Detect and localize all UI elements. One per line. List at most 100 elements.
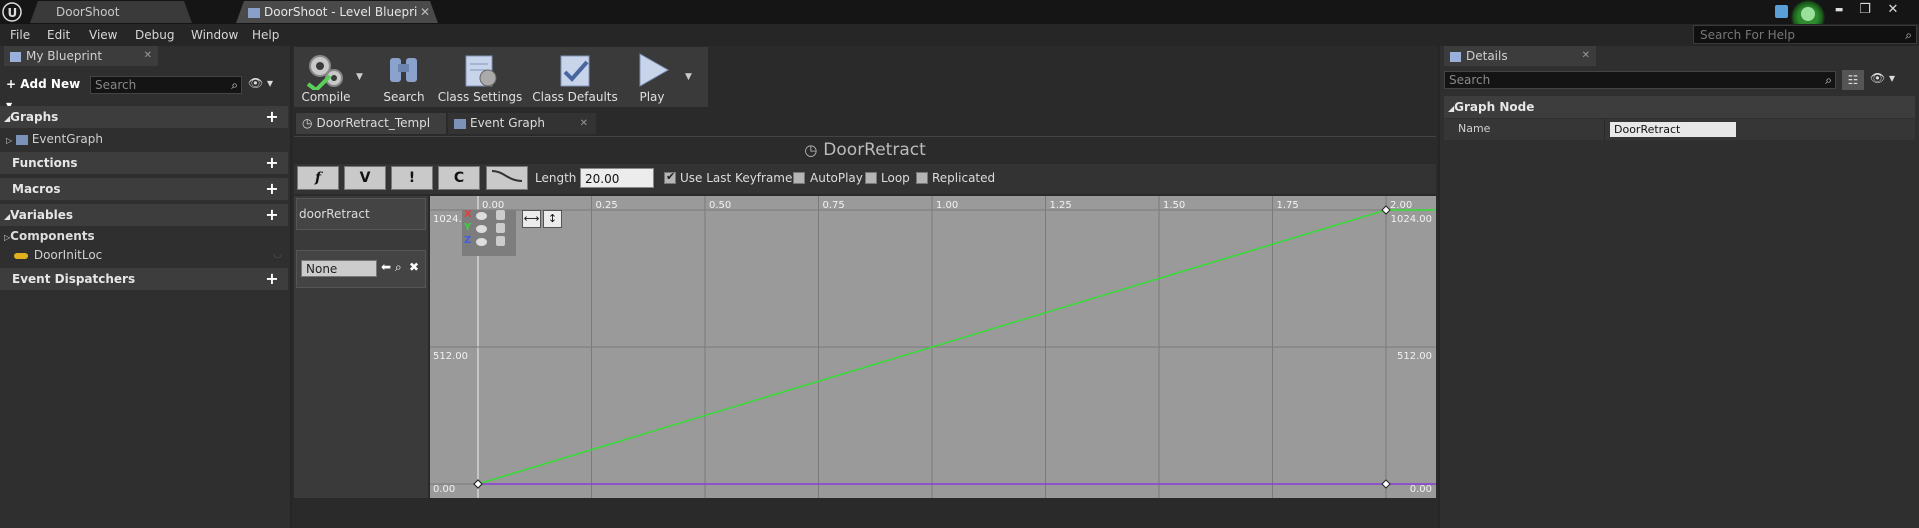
notification-icon[interactable]: [1775, 5, 1788, 18]
event-graph-item[interactable]: ▷ EventGraph: [6, 130, 286, 148]
property-matrix-icon[interactable]: ☷: [1842, 70, 1864, 90]
clock-icon: ◷: [804, 141, 818, 159]
axis-marker-x: X: [464, 209, 472, 220]
macros-section[interactable]: Macros +: [0, 178, 288, 200]
functions-section[interactable]: Functions +: [0, 152, 288, 174]
minimize-button[interactable]: ▬: [1826, 0, 1852, 22]
add-function-button[interactable]: +: [264, 155, 280, 171]
menu-file[interactable]: File: [10, 24, 30, 46]
play-options-dropdown[interactable]: ▼: [685, 72, 697, 84]
doc-tab-doorshoot[interactable]: DoorShoot: [30, 1, 192, 23]
class-settings-label: Class Settings: [437, 90, 523, 104]
close-icon[interactable]: ✕: [144, 46, 152, 66]
timeline-title: DoorRetract: [823, 140, 926, 160]
add-float-track-button[interactable]: f: [297, 166, 339, 190]
details-tab[interactable]: Details ✕: [1444, 46, 1596, 66]
close-icon[interactable]: ✕: [420, 1, 430, 23]
add-new-button[interactable]: + Add New ▼: [6, 74, 88, 110]
add-dispatcher-button[interactable]: +: [264, 271, 280, 287]
menu-view[interactable]: View: [89, 24, 117, 46]
use-last-keyframe-checkbox[interactable]: ✔: [664, 170, 676, 184]
class-defaults-icon: [560, 55, 590, 87]
add-color-track-button[interactable]: C: [438, 166, 480, 190]
curve-chart: 0.00 0.25 0.50 0.75 1.00 1.25 1.50 1.75 2.000.00…: [430, 196, 1436, 498]
x-tick-label: 0.25: [596, 200, 618, 211]
add-curve-asset-button[interactable]: [486, 166, 528, 190]
axis-marker-y: Y: [464, 222, 472, 233]
x-tick-label: 1.00: [936, 200, 958, 211]
lock-icon[interactable]: [496, 210, 505, 220]
blueprint-search-input[interactable]: Search ⌕: [90, 76, 242, 94]
tab-event-graph-label: Event Graph: [470, 116, 545, 130]
class-defaults-button[interactable]: Class Defaults: [530, 48, 620, 106]
doc-tab-label: DoorShoot: [56, 5, 120, 19]
lock-icon[interactable]: [496, 223, 505, 233]
add-macro-button[interactable]: +: [264, 181, 280, 197]
add-graph-button[interactable]: +: [264, 109, 280, 125]
keyframe-point: [1381, 479, 1391, 489]
variable-label: DoorInitLoc: [33, 248, 103, 262]
eye-icon[interactable]: [476, 212, 487, 220]
menu-window[interactable]: Window: [191, 24, 238, 46]
my-blueprint-panel: My Blueprint ✕ + Add New ▼ Search ⌕ 👁 ▾ …: [0, 46, 290, 528]
autoplay-checkbox[interactable]: [793, 172, 805, 184]
variable-door-init-loc[interactable]: DoorInitLoc ◡: [14, 246, 286, 264]
close-icon[interactable]: ✕: [580, 113, 588, 134]
y-tick-label: 0.00: [433, 484, 455, 495]
menu-debug[interactable]: Debug: [135, 24, 174, 46]
eye-view-options-icon[interactable]: 👁 ▾: [1870, 71, 1904, 89]
loop-checkbox[interactable]: [865, 172, 877, 184]
close-window-button[interactable]: ✕: [1880, 0, 1906, 22]
play-button[interactable]: Play: [626, 48, 678, 106]
svg-text:U: U: [8, 6, 18, 20]
name-input[interactable]: DoorRetract: [1610, 122, 1736, 137]
menu-edit[interactable]: Edit: [47, 24, 70, 46]
graph-node-section[interactable]: ◢Graph Node: [1444, 96, 1915, 118]
browse-icon[interactable]: ⌕: [395, 260, 402, 275]
lock-icon[interactable]: [496, 236, 505, 246]
replicated-checkbox[interactable]: [916, 172, 928, 184]
doc-tab-level-blueprint[interactable]: DoorShoot - Level Bluepri ✕: [236, 1, 438, 23]
close-icon[interactable]: ✕: [1582, 46, 1590, 66]
x-tick-label: 1.25: [1050, 200, 1072, 211]
details-search-input[interactable]: Search ⌕: [1444, 71, 1836, 89]
curve-asset-field[interactable]: None: [301, 260, 377, 277]
name-label: Name: [1458, 122, 1491, 135]
add-variable-button[interactable]: +: [264, 207, 280, 223]
length-input[interactable]: 20.00: [580, 168, 654, 188]
fit-horizontal-button[interactable]: ⟷: [522, 210, 541, 228]
tab-event-graph[interactable]: Event Graph ✕: [448, 113, 596, 134]
search-help-input[interactable]: Search For Help ⌕: [1693, 25, 1917, 44]
curve-graph[interactable]: 0.00 0.25 0.50 0.75 1.00 1.25 1.50 1.75 2.00 0.00…: [430, 196, 1436, 498]
compile-button[interactable]: Compile: [296, 48, 356, 106]
eye-icon[interactable]: [476, 238, 487, 246]
components-category[interactable]: ▷Components: [4, 228, 284, 244]
graphs-section[interactable]: ◢Graphs +: [0, 106, 288, 128]
use-selected-arrow-icon[interactable]: ⬅: [381, 260, 391, 274]
add-vector-track-button[interactable]: V: [344, 166, 386, 190]
variables-section[interactable]: ◢Variables +: [0, 204, 288, 226]
eye-view-options-icon[interactable]: 👁 ▾: [248, 76, 284, 94]
clear-icon[interactable]: ✖: [409, 260, 419, 274]
visibility-eye-icon[interactable]: ◡: [273, 246, 282, 264]
doc-tab-label: DoorShoot - Level Bluepri: [264, 5, 418, 19]
fit-vertical-button[interactable]: ↕: [543, 210, 562, 228]
details-icon: [1450, 51, 1461, 62]
menu-help[interactable]: Help: [252, 24, 279, 46]
track-name-box[interactable]: doorRetract: [296, 198, 426, 230]
graph-icon: [15, 134, 28, 145]
search-button[interactable]: Search: [376, 48, 432, 106]
class-settings-button[interactable]: Class Settings: [436, 48, 524, 106]
compile-options-dropdown[interactable]: ▼: [356, 72, 368, 84]
my-blueprint-tab[interactable]: My Blueprint ✕: [4, 46, 158, 66]
add-event-track-button[interactable]: !: [391, 166, 433, 190]
x-tick-label: 0.50: [709, 200, 731, 211]
unreal-logo-icon[interactable]: U: [2, 2, 22, 22]
y-tick-label-right: 0.00: [1410, 484, 1432, 495]
tab-timeline[interactable]: ◷ DoorRetract_Templ: [296, 113, 446, 134]
eye-icon[interactable]: [476, 225, 487, 233]
restore-button[interactable]: ❐: [1852, 0, 1878, 22]
autoplay-label: AutoPlay: [810, 171, 863, 185]
event-dispatchers-section[interactable]: Event Dispatchers +: [0, 268, 288, 290]
track-name: doorRetract: [299, 207, 370, 221]
